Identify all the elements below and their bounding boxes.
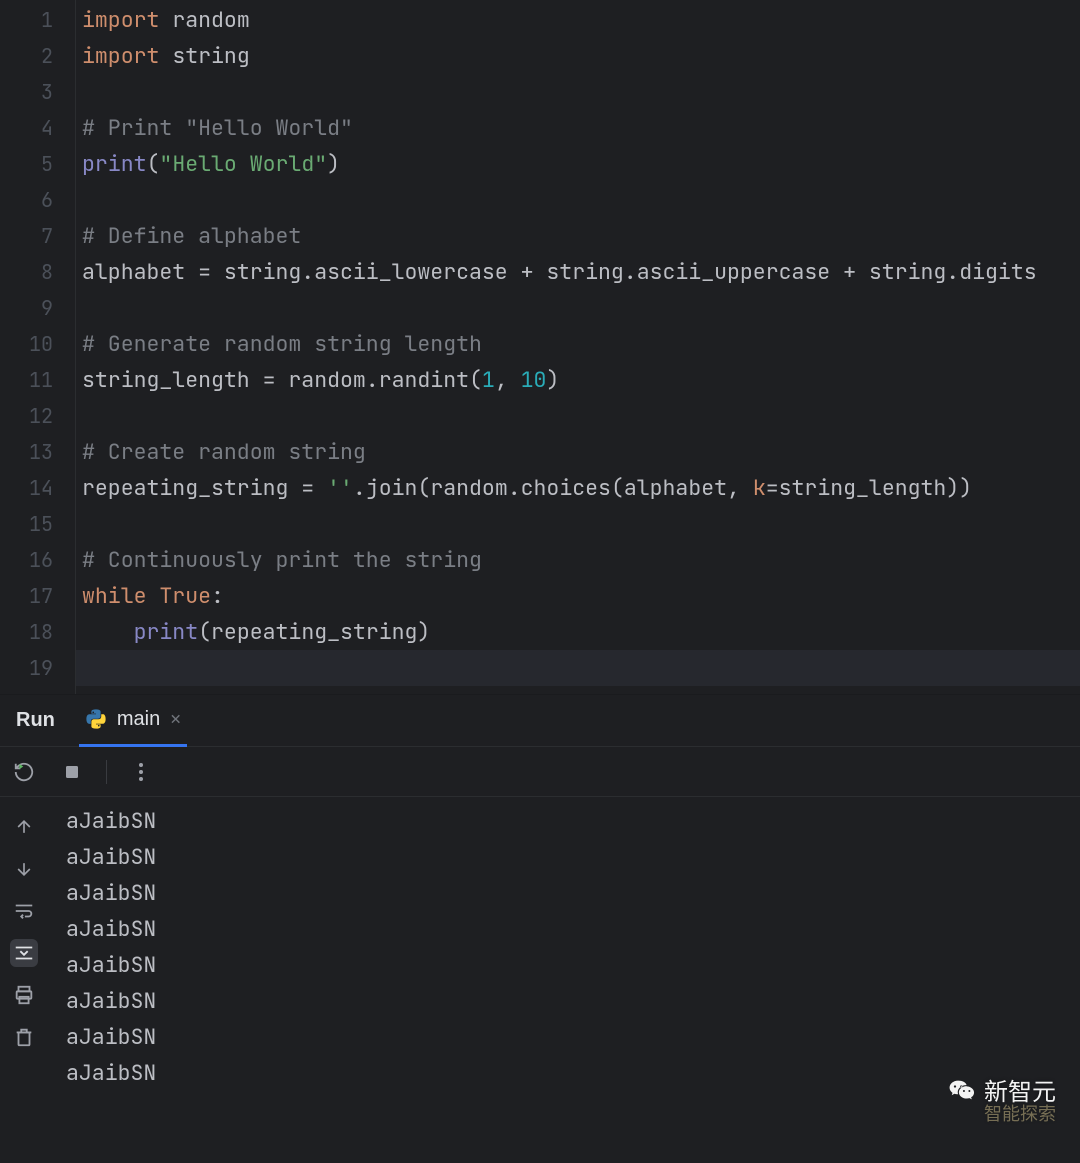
code-line[interactable]: while True: (76, 578, 1080, 614)
stop-icon[interactable] (58, 758, 86, 786)
code-line[interactable] (76, 290, 1080, 326)
line-number: 1 (0, 2, 75, 38)
code-line[interactable]: # Continuously print the string (76, 542, 1080, 578)
toolbar-separator (106, 760, 107, 784)
run-tab-name: main (117, 708, 160, 731)
console-line: aJaibSN (66, 947, 1080, 983)
code-line[interactable]: # Print "Hello World" (76, 110, 1080, 146)
code-line[interactable]: string_length = random.randint(1, 10) (76, 362, 1080, 398)
code-line[interactable]: # Generate random string length (76, 326, 1080, 362)
run-panel-label: Run (16, 709, 55, 732)
console-line: aJaibSN (66, 803, 1080, 839)
console-line: aJaibSN (66, 1019, 1080, 1055)
line-number: 6 (0, 182, 75, 218)
rerun-icon[interactable] (10, 758, 38, 786)
line-number: 2 (0, 38, 75, 74)
console-line: aJaibSN (66, 983, 1080, 1019)
more-icon[interactable] (127, 758, 155, 786)
wechat-icon (948, 1076, 976, 1104)
line-number: 14 (0, 470, 75, 506)
line-number: 5 (0, 146, 75, 182)
code-line[interactable] (76, 506, 1080, 542)
code-content[interactable]: import randomimport string # Print "Hello… (76, 0, 1080, 694)
line-number: 16 (0, 542, 75, 578)
down-arrow-icon[interactable] (10, 855, 38, 883)
console-line: aJaibSN (66, 839, 1080, 875)
soft-wrap-icon[interactable] (10, 897, 38, 925)
watermark-subtext: 智能探索 (984, 1100, 1056, 1126)
line-number: 13 (0, 434, 75, 470)
line-number: 10 (0, 326, 75, 362)
line-number: 12 (0, 398, 75, 434)
run-body: aJaibSNaJaibSNaJaibSNaJaibSNaJaibSNaJaib… (0, 797, 1080, 1163)
run-panel-tab-bar: Run main ✕ (0, 695, 1080, 747)
close-icon[interactable]: ✕ (170, 708, 181, 731)
trash-icon[interactable] (10, 1023, 38, 1051)
code-line[interactable]: # Define alphabet (76, 218, 1080, 254)
line-number: 4 (0, 110, 75, 146)
console-line: aJaibSN (66, 1055, 1080, 1091)
code-editor[interactable]: 12345678910111213141516171819 import ran… (0, 0, 1080, 694)
code-line[interactable]: alphabet = string.ascii_lowercase + stri… (76, 254, 1080, 290)
console-output[interactable]: aJaibSNaJaibSNaJaibSNaJaibSNaJaibSNaJaib… (48, 797, 1080, 1163)
code-line[interactable] (76, 182, 1080, 218)
code-line[interactable] (76, 650, 1080, 686)
line-number: 7 (0, 218, 75, 254)
line-number: 19 (0, 650, 75, 686)
line-number: 3 (0, 74, 75, 110)
line-number: 9 (0, 290, 75, 326)
python-file-icon (85, 708, 107, 730)
line-number: 8 (0, 254, 75, 290)
run-tab-main[interactable]: main ✕ (79, 695, 187, 747)
code-line[interactable]: import random (76, 2, 1080, 38)
code-line[interactable]: # Create random string (76, 434, 1080, 470)
code-line[interactable] (76, 74, 1080, 110)
code-line[interactable]: repeating_string = ''.join(random.choice… (76, 470, 1080, 506)
line-number: 18 (0, 614, 75, 650)
scroll-to-end-icon[interactable] (10, 939, 38, 967)
run-panel: Run main ✕ (0, 694, 1080, 1163)
run-side-toolbar (0, 797, 48, 1163)
run-toolbar (0, 747, 1080, 797)
line-number: 15 (0, 506, 75, 542)
console-line: aJaibSN (66, 875, 1080, 911)
up-arrow-icon[interactable] (10, 813, 38, 841)
line-number-gutter: 12345678910111213141516171819 (0, 0, 76, 694)
console-line: aJaibSN (66, 911, 1080, 947)
code-line[interactable]: import string (76, 38, 1080, 74)
code-line[interactable]: print("Hello World") (76, 146, 1080, 182)
print-icon[interactable] (10, 981, 38, 1009)
code-line[interactable]: print(repeating_string) (76, 614, 1080, 650)
watermark: 新智元 智能探索 (948, 1072, 1056, 1107)
code-line[interactable] (76, 398, 1080, 434)
line-number: 17 (0, 578, 75, 614)
line-number: 11 (0, 362, 75, 398)
